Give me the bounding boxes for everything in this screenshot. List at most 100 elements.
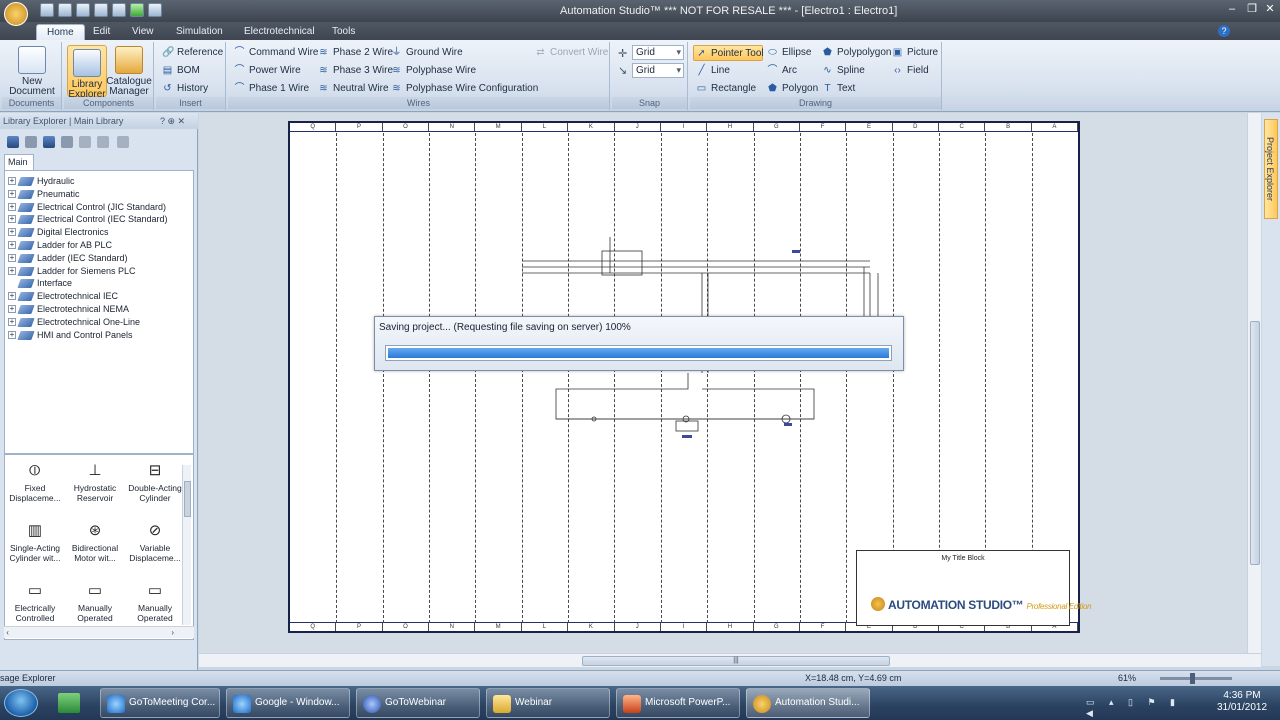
quick-access-new-icon[interactable]	[40, 3, 54, 17]
quick-access-open-icon[interactable]	[58, 3, 72, 17]
library-explorer-button[interactable]: Library Explorer	[67, 45, 107, 100]
app-logo-icon[interactable]	[4, 2, 28, 26]
close-button[interactable]: ✕	[1262, 2, 1278, 16]
line-button[interactable]: ╱ Line	[694, 63, 729, 79]
snap-grid-select[interactable]: Grid	[632, 45, 684, 60]
polyphase-wire-button[interactable]: ≋ Polyphase Wire	[389, 63, 476, 79]
spline-button[interactable]: ∿ Spline	[820, 63, 865, 79]
tree-item-ladder-iec[interactable]: + Ladder (IEC Standard)	[5, 252, 193, 265]
start-button[interactable]	[4, 689, 38, 717]
field-button[interactable]: ‹› Field	[890, 63, 929, 79]
power-wire-label: Power Wire	[249, 65, 301, 76]
horizontal-scroll-thumb[interactable]: |||	[582, 656, 890, 666]
command-wire-button[interactable]: ⌒ Command Wire	[232, 45, 319, 61]
pointer-tool-button[interactable]: ➚ Pointer Tool	[693, 45, 764, 61]
rectangle-button[interactable]: ▭ Rectangle	[694, 81, 756, 97]
excel-icon[interactable]	[58, 693, 80, 713]
component-bidirectional-motor[interactable]: ⊛ Bidirectional Motor wit...	[65, 519, 125, 563]
catalogue-manager-button[interactable]: Catalogue Manager	[106, 46, 152, 97]
title-block[interactable]: My Title Block AUTOMATION STUDIO™ Profes…	[856, 550, 1092, 626]
picture-button[interactable]: ▣ Picture	[890, 45, 938, 61]
library-tool-icon-5[interactable]	[79, 136, 91, 148]
lock-icon[interactable]	[117, 136, 129, 148]
component-electrically-controlled[interactable]: ▭ Electrically Controlled	[5, 579, 65, 623]
tab-electrotechnical[interactable]: Electrotechnical	[234, 24, 325, 40]
minimize-button[interactable]: –	[1224, 2, 1240, 16]
component-hydrostatic-reservoir[interactable]: ⊥ Hydrostatic Reservoir	[65, 459, 125, 503]
reference-button[interactable]: 🔗 Reference	[160, 45, 223, 61]
vertical-scroll-thumb[interactable]	[1250, 321, 1260, 565]
polyphase-config-button[interactable]: ≋ Polyphase Wire Configuration	[389, 81, 538, 97]
horizontal-scrollbar[interactable]: |||	[199, 653, 1261, 667]
snap-grid-select-2[interactable]: Grid	[632, 63, 684, 78]
zoom-slider-thumb[interactable]	[1190, 673, 1195, 684]
text-button[interactable]: T Text	[820, 81, 855, 97]
tree-item-interface[interactable]: Interface	[5, 277, 193, 290]
library-tool-icon-4[interactable]	[61, 136, 73, 148]
component-scrollbar[interactable]	[182, 465, 191, 625]
tab-home[interactable]: Home	[36, 24, 85, 40]
history-button[interactable]: ↺ History	[160, 81, 208, 97]
component-manually-operated-1[interactable]: ▭ Manually Operated	[65, 579, 125, 623]
project-explorer-tab[interactable]: Project Explorer	[1264, 119, 1278, 219]
tree-item-electrotechnical-iec[interactable]: + Electrotechnical IEC	[5, 290, 193, 303]
polypolygon-button[interactable]: ⬟ Polypolygon	[820, 45, 891, 61]
tree-item-ladder-siemens[interactable]: + Ladder for Siemens PLC	[5, 265, 193, 278]
tree-item-pneumatic[interactable]: + Pneumatic	[5, 188, 193, 201]
library-tool-icon-3[interactable]	[43, 136, 55, 148]
library-tool-icon-2[interactable]	[25, 136, 37, 148]
phase1-wire-button[interactable]: ⌒ Phase 1 Wire	[232, 81, 310, 97]
tree-item-electrotechnical-oneline[interactable]: + Electrotechnical One-Line	[5, 316, 193, 329]
phase2-wire-button[interactable]: ≋ Phase 2 Wire	[316, 45, 393, 61]
system-tray-icons[interactable]: ▭ ▴ ▯ ⚑ ▮ ◀	[1086, 697, 1196, 718]
quick-access-stop-icon[interactable]	[148, 3, 162, 17]
panel-pin-icon[interactable]: ? ⊕ ✕	[160, 113, 185, 129]
library-tool-icon-6[interactable]	[97, 136, 109, 148]
zoom-slider[interactable]	[1160, 677, 1232, 680]
taskbar-gotowebinar[interactable]: GoToWebinar	[356, 688, 480, 718]
taskbar-automation-studio[interactable]: Automation Studi...	[746, 688, 870, 718]
neutral-wire-button[interactable]: ≋ Neutral Wire	[316, 81, 388, 97]
component-variable-displacement[interactable]: ⊘ Variable Displaceme...	[125, 519, 185, 563]
tree-item-electrical-iec[interactable]: + Electrical Control (IEC Standard)	[5, 213, 193, 226]
tab-main[interactable]: Main	[4, 154, 34, 170]
taskbar-powerpoint[interactable]: Microsoft PowerP...	[616, 688, 740, 718]
library-hscroll[interactable]: ‹ ›	[4, 626, 194, 638]
tree-item-digital-electronics[interactable]: + Digital Electronics	[5, 226, 193, 239]
component-scroll-thumb[interactable]	[184, 481, 191, 517]
component-fixed-displacement[interactable]: ⦶ Fixed Displaceme...	[5, 459, 65, 503]
quick-access-undo-icon[interactable]	[94, 3, 108, 17]
convert-wire-button[interactable]: ⇄ Convert Wire	[533, 45, 608, 61]
quick-access-save-icon[interactable]	[76, 3, 90, 17]
power-wire-button[interactable]: ⌒ Power Wire	[232, 63, 301, 79]
tree-item-electrical-jic[interactable]: + Electrical Control (JIC Standard)	[5, 201, 193, 214]
tree-item-ladder-ab[interactable]: + Ladder for AB PLC	[5, 239, 193, 252]
bom-button[interactable]: ▤ BOM	[160, 63, 200, 79]
quick-access-play-icon[interactable]	[130, 3, 144, 17]
phase3-wire-button[interactable]: ≋ Phase 3 Wire	[316, 63, 393, 79]
tab-view[interactable]: View	[122, 24, 164, 40]
component-single-acting-cylinder[interactable]: ▥ Single-Acting Cylinder wit...	[5, 519, 65, 563]
system-clock[interactable]: 4:36 PM 31/01/2012	[1212, 690, 1272, 714]
ellipse-button[interactable]: ⬭ Ellipse	[765, 45, 811, 61]
help-icon[interactable]: ?	[1218, 25, 1230, 37]
component-double-acting-cylinder[interactable]: ⊟ Double-Acting Cylinder	[125, 459, 185, 503]
tree-item-hmi[interactable]: + HMI and Control Panels	[5, 329, 193, 342]
restore-button[interactable]: ❐	[1244, 2, 1260, 16]
ground-wire-button[interactable]: ⏚ Ground Wire	[389, 45, 463, 61]
arc-button[interactable]: ⌒ Arc	[765, 63, 798, 79]
tab-tools[interactable]: Tools	[322, 24, 365, 40]
taskbar-webinar[interactable]: Webinar	[486, 688, 610, 718]
library-tool-icon-1[interactable]	[7, 136, 19, 148]
tab-simulation[interactable]: Simulation	[166, 24, 233, 40]
tree-item-hydraulic[interactable]: + Hydraulic	[5, 175, 193, 188]
drawing-sheet[interactable]: QPONMLKJIHGFEDCBA QPONMLKJIHGFEDCBA My T…	[288, 121, 1092, 633]
vertical-scrollbar[interactable]	[1247, 113, 1261, 666]
taskbar-google[interactable]: Google - Window...	[226, 688, 350, 718]
tab-edit[interactable]: Edit	[83, 24, 120, 40]
quick-access-redo-icon[interactable]	[112, 3, 126, 17]
tree-item-electrotechnical-nema[interactable]: + Electrotechnical NEMA	[5, 303, 193, 316]
component-manually-operated-2[interactable]: ▭ Manually Operated	[125, 579, 185, 623]
taskbar-gotomeeting[interactable]: GoToMeeting Cor...	[100, 688, 220, 718]
polygon-button[interactable]: ⬟ Polygon	[765, 81, 818, 97]
